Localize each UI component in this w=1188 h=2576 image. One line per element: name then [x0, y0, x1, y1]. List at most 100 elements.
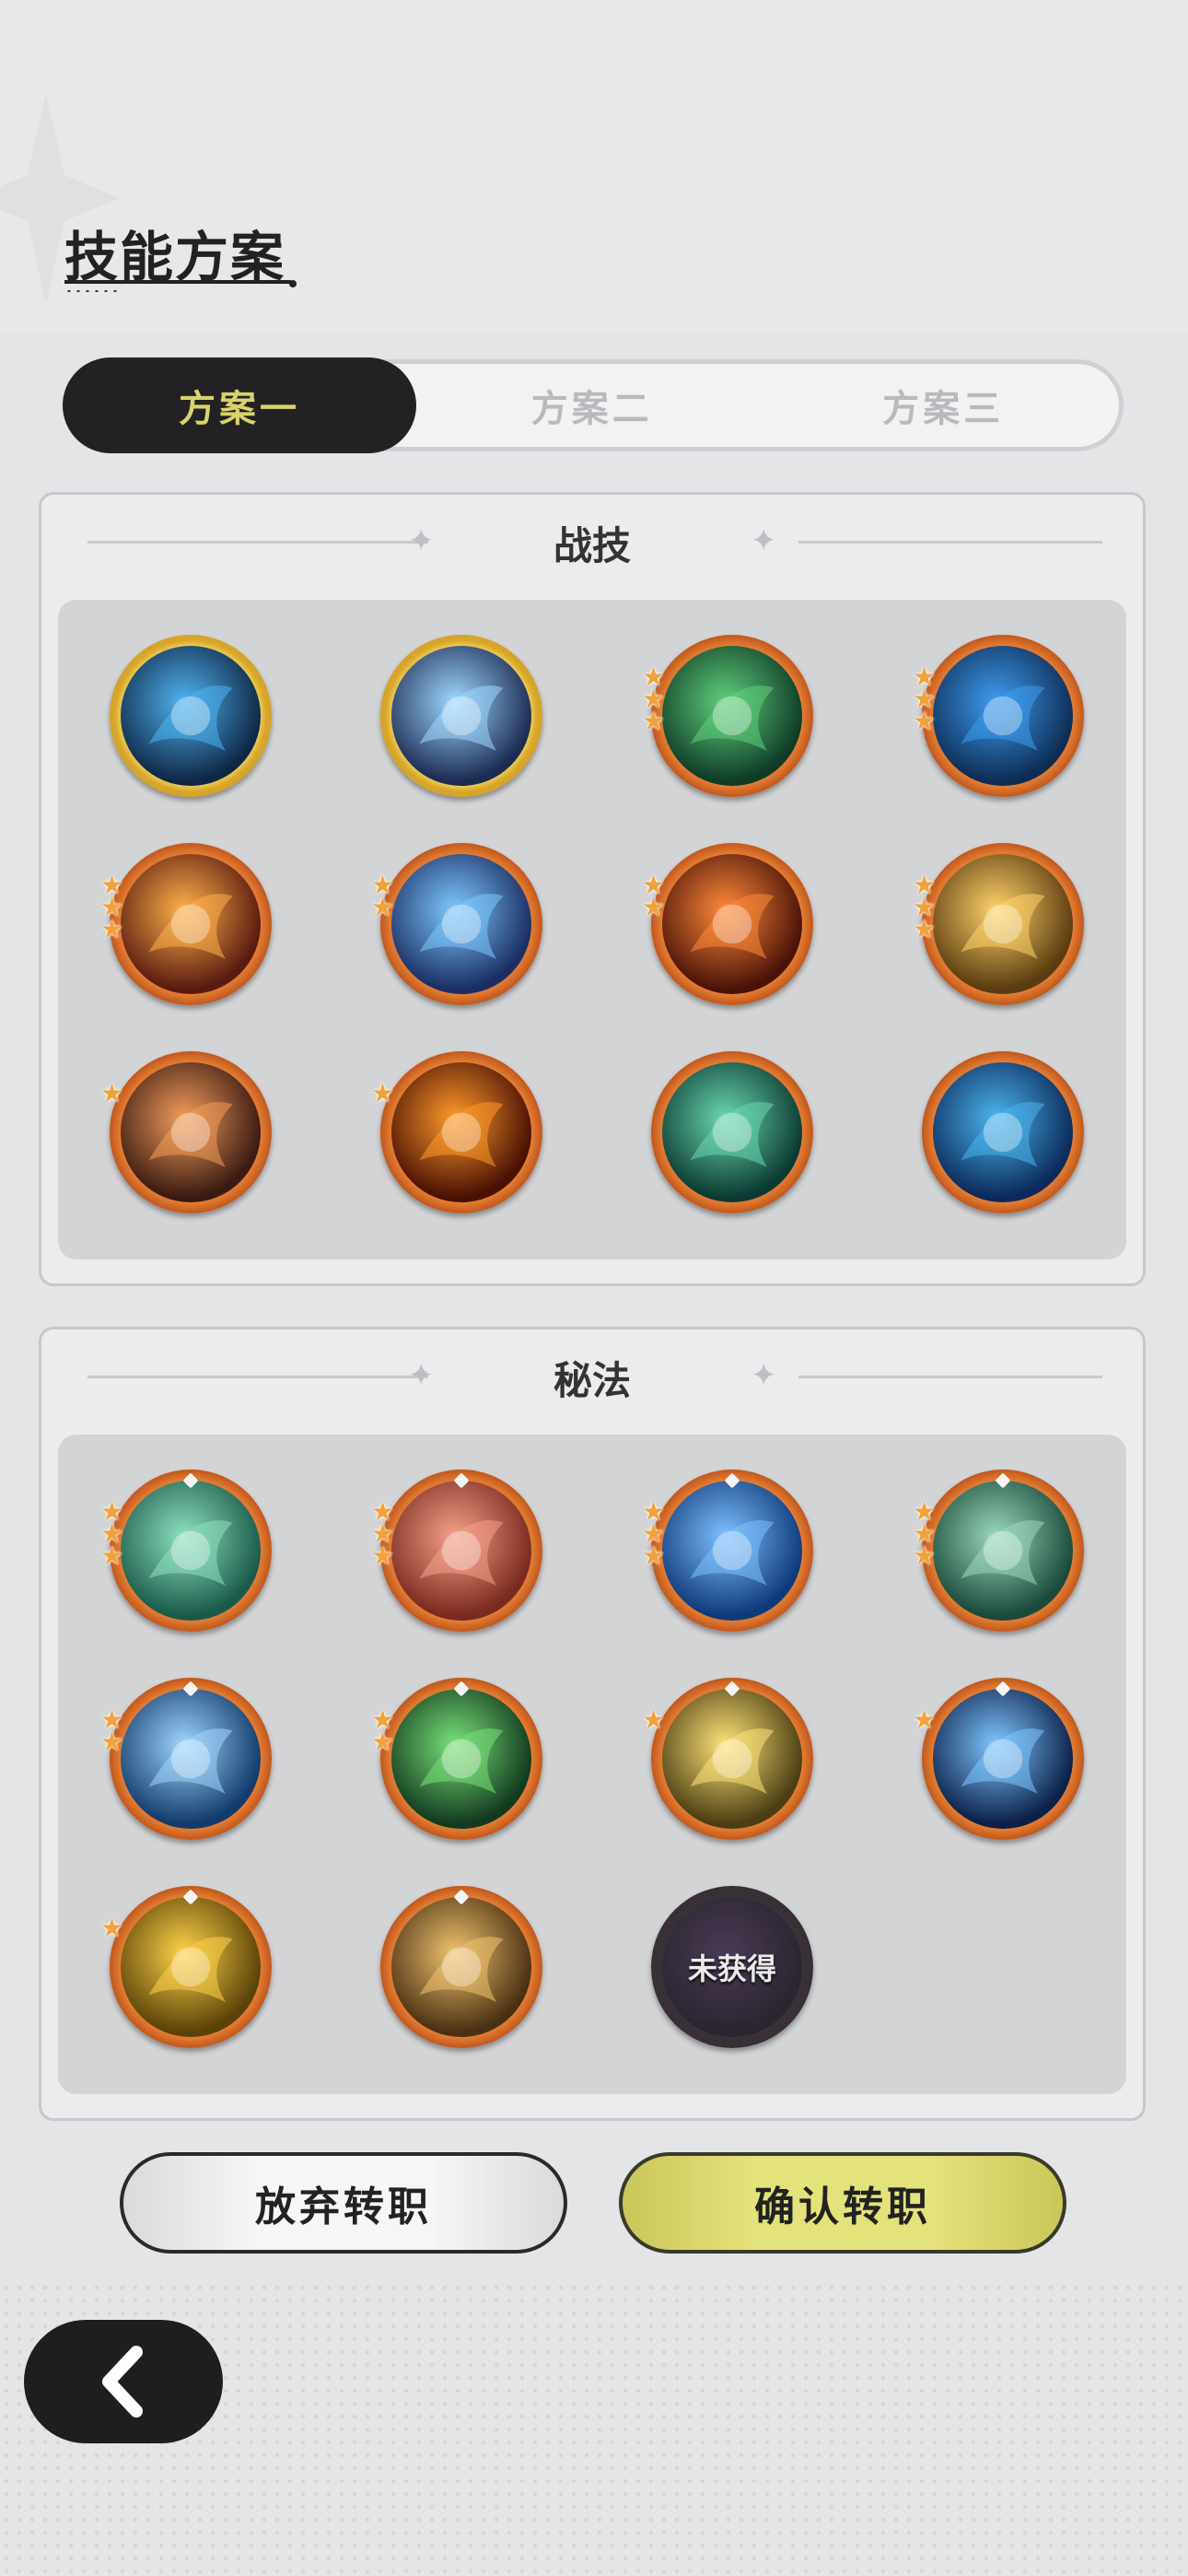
nature-emblem-icon[interactable]: ★ ★ ★ — [100, 1469, 272, 1632]
icon-art — [933, 1481, 1073, 1621]
star-icon: ★ — [913, 1704, 937, 1735]
chevron-left-icon — [102, 2346, 143, 2418]
star-rating: ★ ★ ★ — [371, 1499, 395, 1571]
combat-skills-panel: ✦ 战技 ✦ ★ ★ ★ ★ ★ ★ ★ ★ ★ ★ ★ ★ ★ ★ ★ ★ ★ ★ — [39, 492, 1146, 1286]
locked-skill-icon[interactable]: 未获得 — [651, 1886, 813, 2048]
star-rating: ★ ★ — [100, 1707, 124, 1757]
star-rating: ★ ★ — [371, 1707, 395, 1757]
plan-tabs: 方案一 方案二 方案三 — [63, 357, 1124, 453]
confirm-class-change-button[interactable]: 确认转职 — [619, 2152, 1066, 2254]
icon-art — [933, 646, 1073, 786]
divider-right — [798, 541, 1102, 544]
meteor-icon[interactable]: ★ — [100, 1051, 272, 1213]
icon-art — [391, 1481, 531, 1621]
diamond-core-icon[interactable]: ★ — [913, 1678, 1084, 1840]
icon-art — [662, 1481, 802, 1621]
panel-header: ✦ 秘法 ✦ — [41, 1329, 1143, 1431]
star-rating: ★ — [100, 1913, 124, 1943]
icon-art — [933, 1689, 1073, 1829]
star-icon: ★ — [913, 914, 937, 944]
icon-art — [121, 1062, 261, 1202]
star-icon: ★ — [642, 892, 666, 922]
heal-cross-icon[interactable]: ★ ★ ★ — [642, 635, 813, 797]
star-rating: ★ — [371, 1078, 395, 1108]
star-rating: ★ ★ ★ — [642, 664, 666, 736]
shield-emblem-icon[interactable]: ★ ★ ★ — [913, 1469, 1084, 1632]
icon-art — [121, 1481, 261, 1621]
icon-art — [391, 1689, 531, 1829]
icon-art — [933, 854, 1073, 994]
wind-orb-icon[interactable] — [651, 1051, 813, 1213]
locked-label: 未获得 — [687, 1951, 776, 1986]
panel-header: ✦ 战技 ✦ — [41, 495, 1143, 596]
star-icon: ★ — [100, 1727, 124, 1757]
tab-plan-3[interactable]: 方案三 — [768, 364, 1120, 447]
tab-plan-2[interactable]: 方案二 — [416, 364, 768, 447]
icon-art — [121, 854, 261, 994]
icon-art — [121, 1897, 261, 2037]
back-button[interactable] — [24, 2320, 223, 2443]
water-figure-icon[interactable]: ★ ★ ★ — [642, 1469, 813, 1632]
icon-art — [121, 646, 261, 786]
star-icon: ★ — [642, 1540, 666, 1571]
star-rating: ★ ★ ★ — [100, 1499, 124, 1571]
icon-art — [662, 1062, 802, 1202]
fire-figure-icon[interactable]: ★ ★ ★ — [371, 1469, 542, 1632]
icon-art — [662, 1689, 802, 1829]
title-underline-end — [289, 280, 297, 287]
fire-explosion-icon[interactable]: ★ — [371, 1051, 542, 1213]
combat-skills-grid: ★ ★ ★ ★ ★ ★ ★ ★ ★ ★ ★ ★ ★ ★ ★ ★ ★ ★ — [58, 600, 1126, 1259]
star-rating: ★ ★ ★ — [913, 1499, 937, 1571]
water-vortex-icon[interactable] — [922, 1051, 1084, 1213]
icon-art — [391, 646, 531, 786]
secret-arts-grid: ★ ★ ★ ★ ★ ★ ★ ★ ★ ★ ★ ★ ★ ★ ★ ★ ★ ★ ★ 未获得 — [58, 1434, 1126, 2094]
star-rating: ★ ★ — [642, 872, 666, 922]
header: 技能方案 — [0, 0, 1188, 332]
star-icon: ★ — [100, 914, 124, 944]
tab-plan-1[interactable]: 方案一 — [63, 357, 416, 453]
fireball-icon[interactable]: ★ ★ ★ — [100, 843, 272, 1005]
star-rating: ★ ★ ★ — [913, 664, 937, 736]
star-icon: ★ — [100, 1540, 124, 1571]
icon-art — [391, 1062, 531, 1202]
ice-shard-icon[interactable] — [110, 635, 272, 797]
star-icon: ★ — [371, 1727, 395, 1757]
star-icon: ★ — [100, 1913, 124, 1943]
star-icon: ★ — [913, 1540, 937, 1571]
ice-spikes-icon[interactable] — [380, 635, 542, 797]
star-pierce-icon[interactable] — [380, 1886, 542, 2048]
star-rating: ★ ★ ★ — [913, 872, 937, 944]
star-rating: ★ ★ — [371, 872, 395, 922]
star-icon: ★ — [371, 892, 395, 922]
icon-art — [933, 1062, 1073, 1202]
star-rating: ★ — [100, 1078, 124, 1108]
fire-wave-icon[interactable]: ★ ★ — [642, 843, 813, 1005]
sparkle-icon: ✦ — [751, 522, 777, 559]
star-icon: ★ — [371, 1540, 395, 1571]
uplift-arrows-icon[interactable]: ★ — [642, 1678, 813, 1840]
star-icon: ★ — [642, 1704, 666, 1735]
title-dots — [64, 289, 120, 293]
abandon-class-change-button[interactable]: 放弃转职 — [120, 2152, 567, 2254]
leaf-slash-icon[interactable]: ★ ★ — [371, 1678, 542, 1840]
title-underline — [64, 280, 291, 284]
secret-arts-panel: ✦ 秘法 ✦ ★ ★ ★ ★ ★ ★ ★ ★ ★ ★ ★ ★ ★ ★ ★ ★ ★ ★ ★ 未获得 — [39, 1327, 1146, 2121]
ice-burst-icon[interactable]: ★ ★ — [371, 843, 542, 1005]
star-rating: ★ ★ ★ — [100, 872, 124, 944]
light-beam-icon[interactable]: ★ ★ ★ — [913, 843, 1084, 1005]
icon-art — [121, 1689, 261, 1829]
ice-crystal-icon[interactable]: ★ ★ — [100, 1678, 272, 1840]
divider-right — [798, 1376, 1102, 1378]
icon-art — [662, 646, 802, 786]
icon-art — [391, 854, 531, 994]
blue-flame-icon[interactable]: ★ ★ ★ — [913, 635, 1084, 797]
icon-art — [662, 854, 802, 994]
star-icon: ★ — [100, 1078, 124, 1108]
star-icon: ★ — [371, 1078, 395, 1108]
star-icon: ★ — [642, 706, 666, 736]
star-icon: ★ — [913, 706, 937, 736]
star-rating: ★ — [913, 1704, 937, 1735]
star-rating: ★ ★ ★ — [642, 1499, 666, 1571]
gold-figure-icon[interactable]: ★ — [100, 1886, 272, 2048]
star-rating: ★ — [642, 1704, 666, 1735]
